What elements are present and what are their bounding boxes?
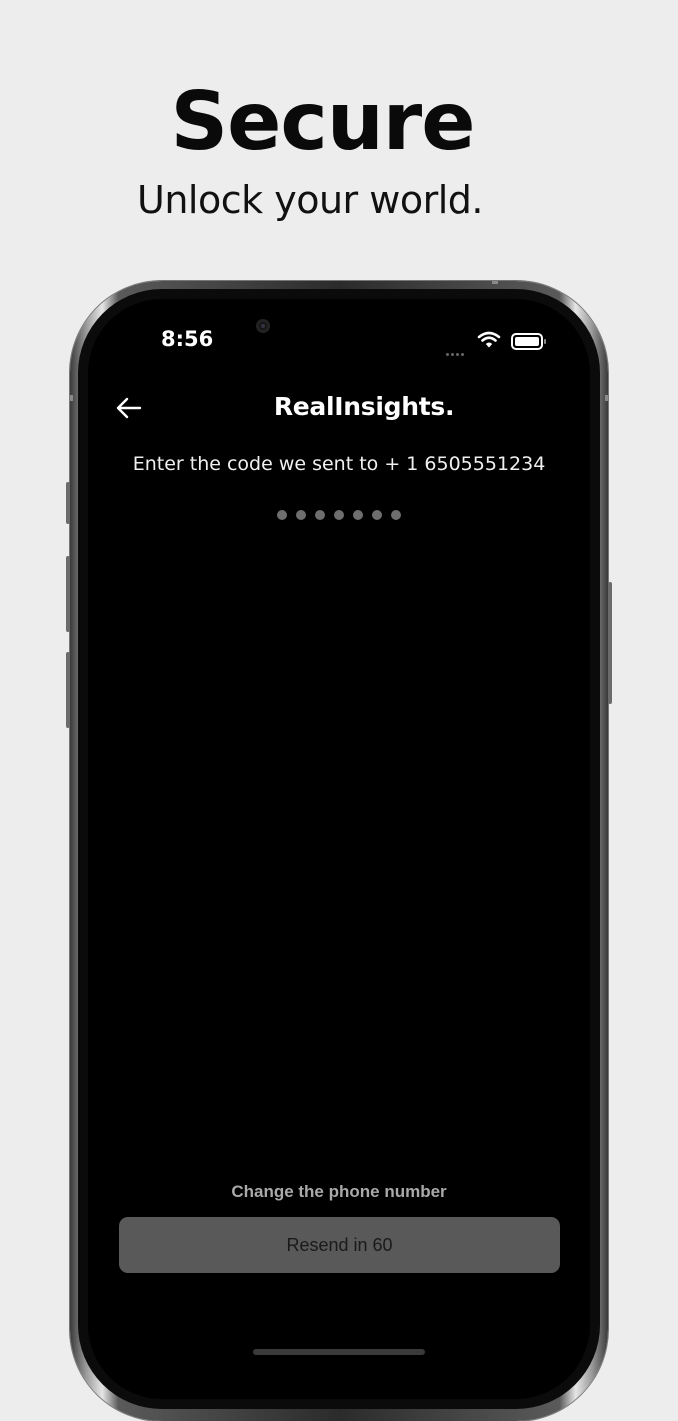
change-phone-number-link[interactable]: Change the phone number bbox=[88, 1182, 590, 1202]
front-camera-icon bbox=[256, 319, 270, 333]
code-digit-placeholder bbox=[277, 510, 287, 520]
verification-code-input[interactable] bbox=[277, 510, 401, 522]
action-button bbox=[66, 482, 70, 524]
code-digit-placeholder bbox=[334, 510, 344, 520]
volume-up-button bbox=[66, 556, 70, 632]
code-digit-placeholder bbox=[353, 510, 363, 520]
antenna-band bbox=[492, 281, 498, 284]
status-time: 8:56 bbox=[161, 327, 214, 351]
promo-subheadline: Unlock your world. bbox=[137, 178, 483, 222]
code-digit-placeholder bbox=[391, 510, 401, 520]
antenna-band bbox=[70, 395, 73, 401]
antenna-band bbox=[605, 395, 608, 401]
home-indicator bbox=[253, 1349, 425, 1355]
power-button bbox=[608, 582, 612, 704]
code-digit-placeholder bbox=[296, 510, 306, 520]
promo-headline: Secure bbox=[170, 75, 476, 168]
code-digit-placeholder bbox=[372, 510, 382, 520]
volume-down-button bbox=[66, 652, 70, 728]
page-title: RealInsights. bbox=[273, 392, 455, 421]
resend-button-label: Resend in 60 bbox=[286, 1234, 393, 1255]
phone-screen: 8:56 RealInsights. Enter the code we sen… bbox=[88, 299, 590, 1399]
verification-prompt: Enter the code we sent to + 1 6505551234 bbox=[132, 453, 546, 475]
signal-dots-icon bbox=[446, 343, 466, 361]
code-digit-placeholder bbox=[315, 510, 325, 520]
wifi-icon bbox=[477, 331, 501, 348]
battery-icon bbox=[511, 333, 546, 350]
resend-code-button[interactable]: Resend in 60 bbox=[119, 1217, 560, 1273]
